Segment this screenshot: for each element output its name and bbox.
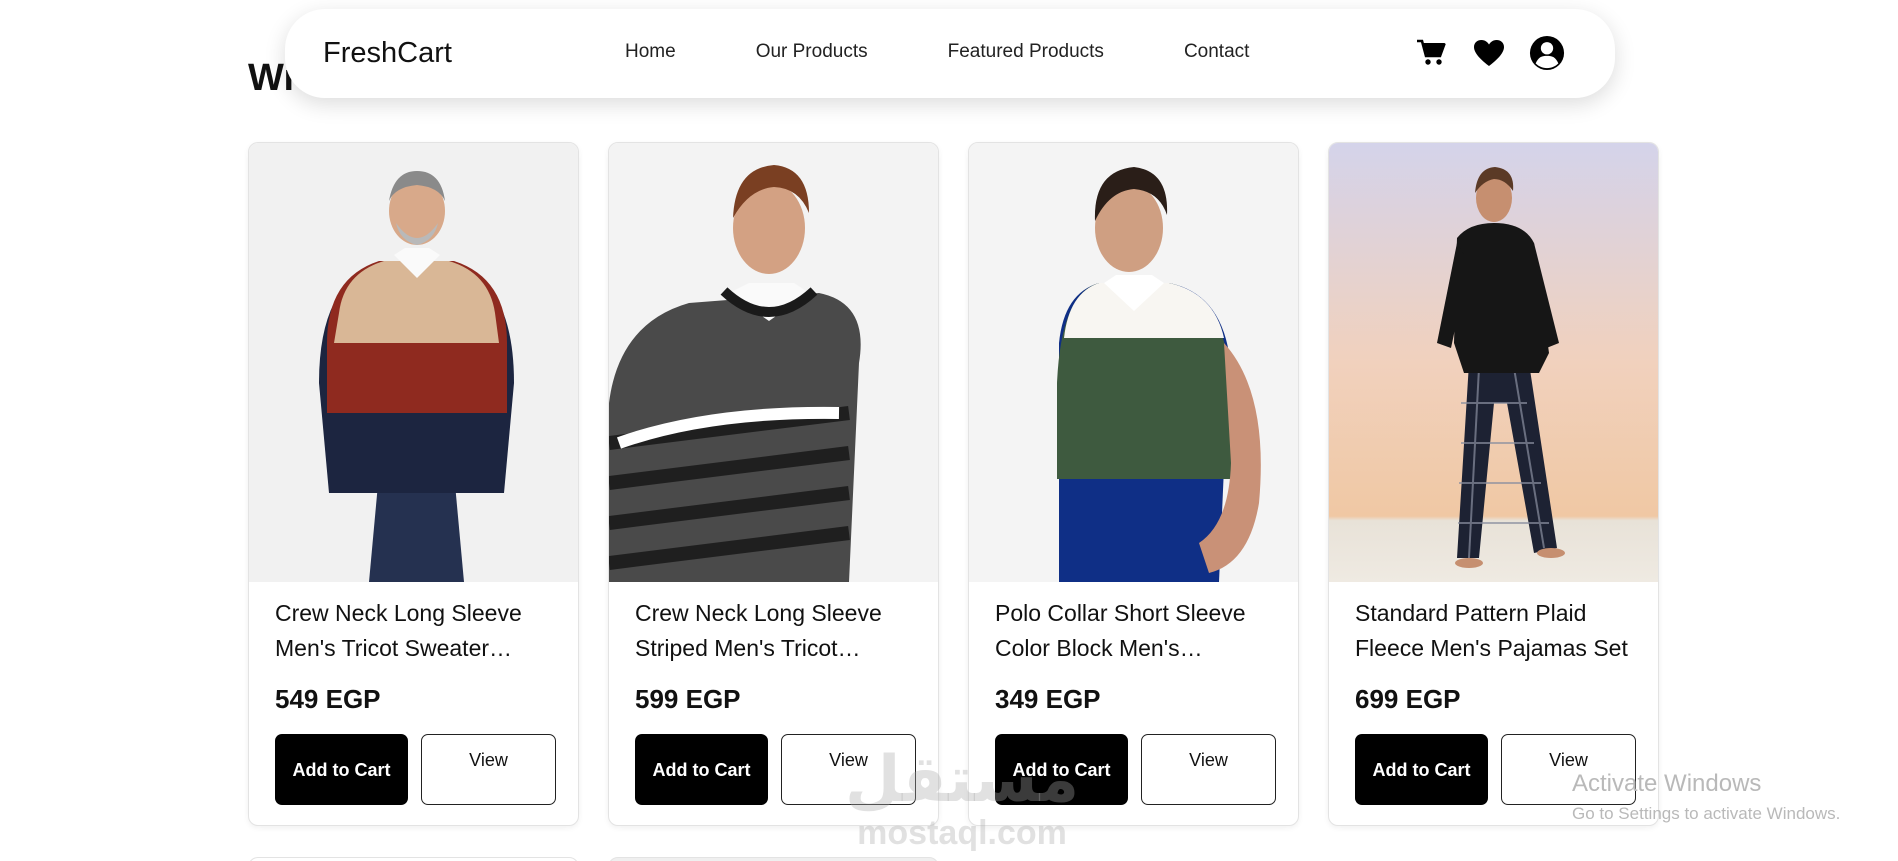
activate-windows-overlay: Activate Windows Go to Settings to activ…: [1572, 770, 1840, 824]
view-button[interactable]: View: [1141, 734, 1276, 805]
product-title[interactable]: Standard Pattern Plaid Fleece Men's Paja…: [1329, 582, 1658, 674]
add-to-cart-button[interactable]: Add to Cart: [1355, 734, 1488, 805]
add-to-cart-button[interactable]: Add to Cart: [995, 734, 1128, 805]
product-card: Crew Neck Long Sleeve Men's Tricot Sweat…: [248, 142, 579, 826]
nav-link-contact[interactable]: Contact: [1184, 41, 1249, 63]
product-title[interactable]: Polo Collar Short Sleeve Color Block Men…: [969, 582, 1298, 674]
activate-subtitle: Go to Settings to activate Windows.: [1572, 804, 1841, 823]
product-actions: Add to Cart View: [635, 734, 916, 805]
wishlist-grid: Crew Neck Long Sleeve Men's Tricot Sweat…: [248, 142, 1659, 826]
nav-icons: [1413, 33, 1565, 73]
brand-logo[interactable]: FreshCart: [323, 37, 452, 70]
product-card: Crew Neck Long Sleeve Striped Men's Tric…: [608, 142, 939, 826]
product-price: 349 EGP: [995, 684, 1101, 714]
product-actions: Add to Cart View: [995, 734, 1276, 805]
product-price: 549 EGP: [275, 684, 381, 714]
product-card: [248, 857, 579, 861]
product-card: Standard Pattern Plaid Fleece Men's Paja…: [1328, 142, 1659, 826]
activate-title: Activate Windows: [1572, 770, 1762, 797]
product-image[interactable]: [969, 143, 1298, 582]
product-title[interactable]: Crew Neck Long Sleeve Men's Tricot Sweat…: [249, 582, 578, 674]
product-title[interactable]: Crew Neck Long Sleeve Striped Men's Tric…: [609, 582, 938, 674]
add-to-cart-button[interactable]: Add to Cart: [275, 734, 408, 805]
product-price: 699 EGP: [1355, 684, 1461, 714]
next-row-cards: [248, 857, 939, 861]
view-button[interactable]: View: [781, 734, 916, 805]
navbar: FreshCart Home Our Products Featured Pro…: [285, 9, 1615, 98]
view-button[interactable]: View: [421, 734, 556, 805]
cart-icon[interactable]: [1413, 33, 1449, 73]
product-image[interactable]: [249, 143, 578, 582]
product-card: [608, 857, 939, 861]
nav-link-our-products[interactable]: Our Products: [756, 41, 868, 63]
product-card: Polo Collar Short Sleeve Color Block Men…: [968, 142, 1299, 826]
heart-icon[interactable]: [1471, 33, 1507, 73]
nav-link-featured-products[interactable]: Featured Products: [948, 41, 1104, 63]
product-image[interactable]: [609, 143, 938, 582]
product-image[interactable]: [1329, 143, 1658, 582]
product-price: 599 EGP: [635, 684, 741, 714]
page: Wi FreshCart Home Our Products Featured …: [0, 0, 1898, 861]
user-icon[interactable]: [1529, 33, 1565, 73]
nav-link-home[interactable]: Home: [625, 41, 676, 63]
product-actions: Add to Cart View: [275, 734, 556, 805]
add-to-cart-button[interactable]: Add to Cart: [635, 734, 768, 805]
nav-links: Home Our Products Featured Products Cont…: [625, 41, 1249, 63]
